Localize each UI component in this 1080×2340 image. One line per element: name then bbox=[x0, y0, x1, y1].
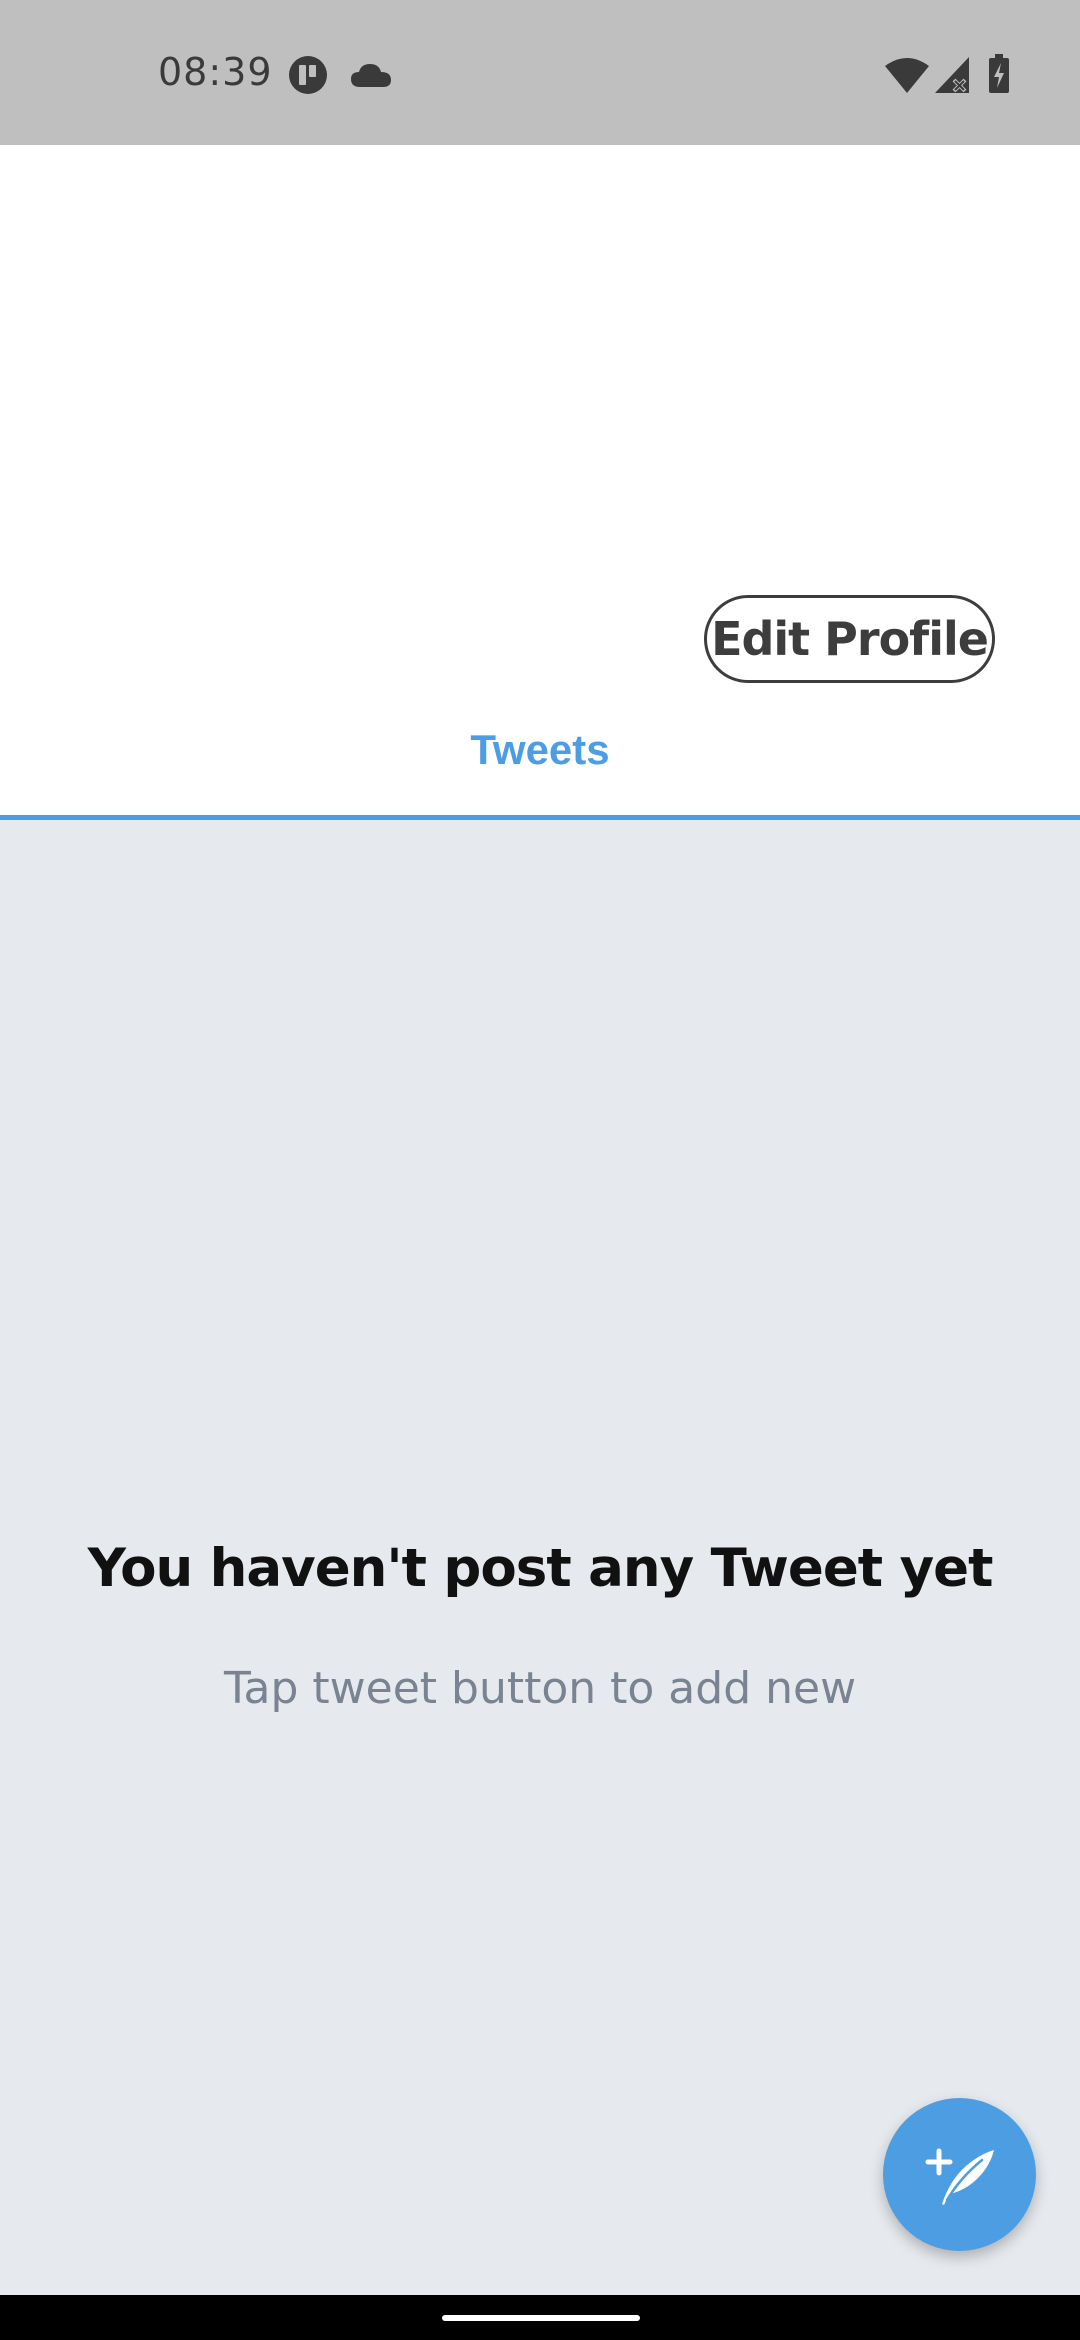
edit-profile-button[interactable]: Edit Profile bbox=[704, 595, 995, 683]
battery-charging-icon bbox=[988, 54, 1010, 99]
tab-tweets[interactable]: Tweets bbox=[0, 726, 1080, 774]
status-bar: 08:39 bbox=[0, 0, 1080, 145]
wifi-icon bbox=[884, 56, 930, 99]
compose-tweet-icon bbox=[920, 2132, 1000, 2217]
empty-state-subtitle: Tap tweet button to add new bbox=[223, 1663, 857, 1714]
compose-tweet-button[interactable] bbox=[883, 2098, 1036, 2251]
app-notification-icon bbox=[288, 55, 328, 100]
tweets-list-area: You haven't post any Tweet yet Tap tweet… bbox=[0, 820, 1080, 2295]
signal-icon bbox=[934, 56, 970, 99]
tab-bar: Tweets bbox=[0, 700, 1080, 820]
status-time: 08:39 bbox=[158, 50, 273, 94]
cloud-icon bbox=[350, 62, 392, 93]
home-indicator[interactable] bbox=[442, 2315, 640, 2321]
navigation-bar bbox=[0, 2295, 1080, 2340]
empty-state-title: You haven't post any Tweet yet bbox=[87, 1538, 994, 1599]
